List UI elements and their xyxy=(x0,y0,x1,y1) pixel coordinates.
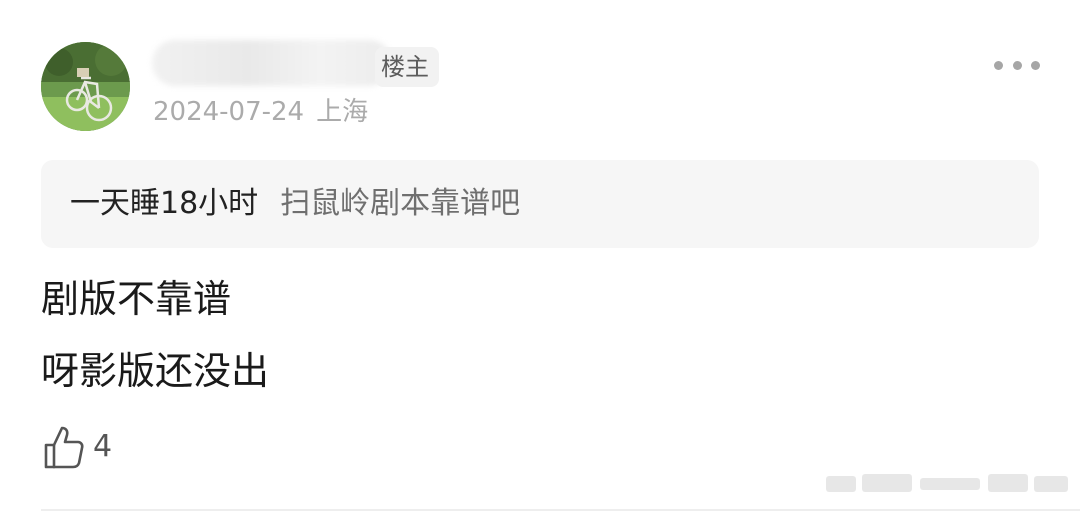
comment-card: 楼主 2024-07-24 上海 一天睡18小时 扫鼠岭剧本靠谱吧 剧版不靠谱 呀影… xyxy=(0,0,1080,513)
divider xyxy=(41,509,1080,511)
avatar[interactable] xyxy=(41,42,130,131)
more-dot xyxy=(1012,60,1022,70)
op-badge: 楼主 xyxy=(375,47,439,87)
thumbs-up-icon xyxy=(44,426,84,469)
more-dot xyxy=(994,60,1003,70)
quoted-content: 扫鼠岭剧本靠谱吧 xyxy=(280,186,521,221)
post-location: 上海 xyxy=(316,97,369,127)
like-button[interactable]: 4 xyxy=(43,424,112,470)
post-meta: 2024-07-24 上海 xyxy=(153,94,368,130)
watermark xyxy=(826,474,1068,492)
post-date: 2024-07-24 xyxy=(153,97,305,127)
quoted-author[interactable]: 一天睡18小时 xyxy=(70,186,258,221)
like-count: 4 xyxy=(93,429,113,464)
username-blurred[interactable] xyxy=(152,40,392,86)
avatar-image xyxy=(41,42,130,131)
quoted-reply[interactable]: 一天睡18小时 扫鼠岭剧本靠谱吧 xyxy=(41,160,1039,248)
comment-body-line: 呀影版还没出 xyxy=(41,349,270,393)
more-options-button[interactable] xyxy=(994,54,1040,76)
comment-body-line: 剧版不靠谱 xyxy=(41,277,232,321)
quoted-reply-text: 一天睡18小时 扫鼠岭剧本靠谱吧 xyxy=(70,160,520,248)
more-dot xyxy=(1031,60,1040,70)
